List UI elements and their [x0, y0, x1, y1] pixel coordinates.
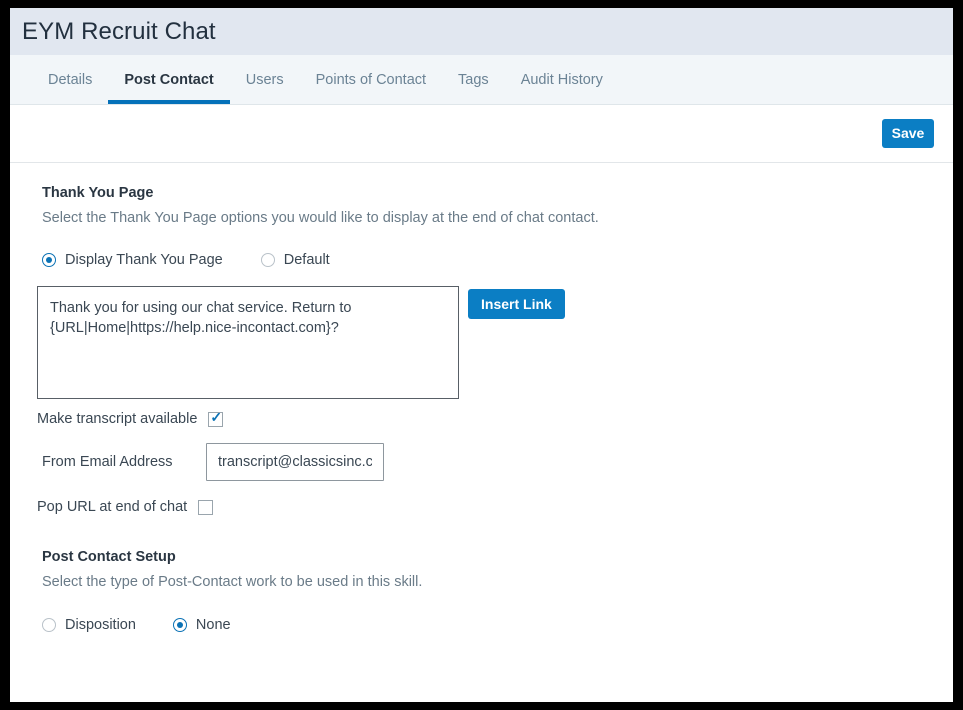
pop-url-row: Pop URL at end of chat — [37, 499, 931, 515]
radio-label-disposition: Disposition — [65, 617, 136, 633]
post-contact-setup-description: Select the type of Post-Contact work to … — [42, 574, 423, 590]
main-content: Thank You Page Select the Thank You Page… — [10, 163, 953, 633]
make-transcript-row: Make transcript available — [37, 410, 931, 427]
radio-label-display-thank-you-page: Display Thank You Page — [65, 252, 223, 268]
tab-tags[interactable]: Tags — [442, 55, 505, 104]
tab-details[interactable]: Details — [32, 55, 108, 104]
action-toolbar: Save — [10, 105, 953, 163]
radio-icon-none[interactable] — [172, 618, 187, 632]
make-transcript-checkbox[interactable] — [208, 410, 224, 427]
tab-post-contact[interactable]: Post Contact — [108, 55, 231, 104]
from-email-input[interactable] — [206, 443, 384, 481]
make-transcript-label: Make transcript available — [37, 411, 198, 427]
title-bar: EYM Recruit Chat — [10, 8, 953, 55]
radio-option-none[interactable]: None — [172, 617, 231, 633]
insert-link-button[interactable]: Insert Link — [468, 289, 565, 319]
radio-option-disposition[interactable]: Disposition — [42, 617, 136, 633]
radio-label-none: None — [195, 617, 231, 633]
thank-you-message-textarea[interactable]: Thank you for using our chat service. Re… — [37, 286, 459, 399]
application-window: EYM Recruit Chat Details Post Contact Us… — [10, 8, 953, 702]
radio-option-display-thank-you-page[interactable]: Display Thank You Page — [42, 252, 223, 268]
save-button[interactable]: Save — [882, 119, 934, 148]
pop-url-checkbox[interactable] — [198, 499, 214, 515]
radio-icon-default[interactable] — [260, 253, 275, 267]
tab-bar: Details Post Contact Users Points of Con… — [10, 55, 953, 105]
post-contact-setup-heading: Post Contact Setup — [42, 549, 176, 565]
radio-option-default[interactable]: Default — [260, 252, 330, 268]
tab-points-of-contact[interactable]: Points of Contact — [300, 55, 442, 104]
radio-label-default: Default — [283, 252, 330, 268]
from-email-label: From Email Address — [42, 454, 173, 470]
thank-you-page-section: Thank You Page Select the Thank You Page… — [32, 185, 931, 515]
thank-you-page-heading: Thank You Page — [42, 185, 154, 201]
thank-you-page-radio-group: Display Thank You Page Default — [42, 252, 931, 268]
radio-icon-disposition[interactable] — [42, 618, 56, 632]
post-contact-radio-group: Disposition None — [42, 617, 931, 633]
from-email-row: From Email Address — [26, 443, 931, 481]
radio-icon-display-thank-you-page[interactable] — [42, 253, 56, 267]
pop-url-label: Pop URL at end of chat — [37, 499, 188, 515]
thank-you-page-description: Select the Thank You Page options you wo… — [42, 210, 599, 226]
post-contact-setup-section: Post Contact Setup Select the type of Po… — [32, 549, 931, 633]
tab-users[interactable]: Users — [230, 55, 300, 104]
thank-you-message-row: Thank you for using our chat service. Re… — [37, 286, 931, 399]
page-title: EYM Recruit Chat — [22, 17, 216, 45]
tab-audit-history[interactable]: Audit History — [505, 55, 619, 104]
